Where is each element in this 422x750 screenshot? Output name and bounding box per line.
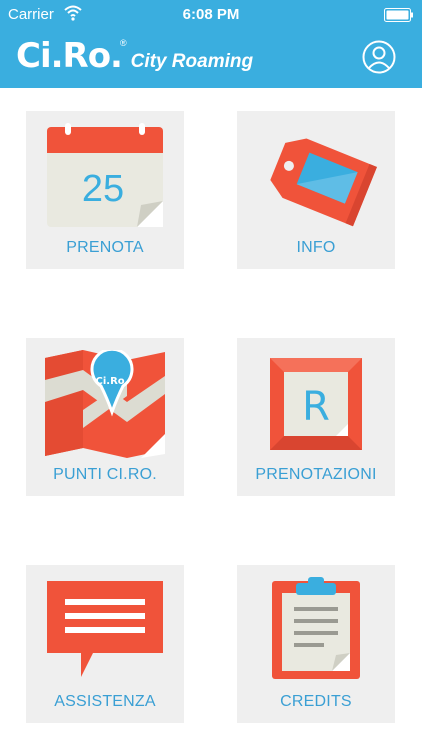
app-logo: Ci.Ro.®City Roaming bbox=[16, 36, 253, 76]
tile-info[interactable]: INFO bbox=[237, 111, 395, 269]
tile-assistenza-label: ASSISTENZA bbox=[54, 693, 156, 710]
tag-icon bbox=[270, 138, 377, 227]
tile-punti-label: PUNTI CI.RO. bbox=[53, 466, 157, 483]
tile-prenotazioni-label: PRENOTAZIONI bbox=[255, 466, 377, 483]
status-bar: Carrier 6:08 PM bbox=[0, 0, 422, 30]
tile-assistenza[interactable]: ASSISTENZA bbox=[26, 565, 184, 723]
user-profile-icon[interactable] bbox=[362, 40, 396, 74]
status-time: 6:08 PM bbox=[182, 6, 240, 23]
map-pin-icon: Ci.Ro. bbox=[45, 350, 165, 458]
clipboard-icon bbox=[272, 577, 360, 679]
framed-letter: R bbox=[302, 384, 330, 430]
tile-prenota[interactable]: 25 PRENOTA bbox=[26, 111, 184, 269]
app-header: Carrier 6:08 PM Ci.Ro.®City Roaming bbox=[0, 0, 422, 88]
framed-r-icon: R bbox=[270, 358, 362, 450]
logo-text: Ci.Ro. bbox=[16, 36, 123, 76]
tile-info-label: INFO bbox=[296, 239, 336, 256]
tile-credits[interactable]: CREDITS bbox=[237, 565, 395, 723]
pin-text: Ci.Ro. bbox=[96, 376, 129, 387]
tile-credits-label: CREDITS bbox=[280, 693, 352, 710]
tile-prenota-label: PRENOTA bbox=[66, 239, 144, 256]
tile-prenotazioni[interactable]: R PRENOTAZIONI bbox=[237, 338, 395, 496]
battery-icon bbox=[384, 8, 413, 22]
calendar-day: 25 bbox=[82, 168, 124, 210]
tile-punti-ciro[interactable]: Ci.Ro. PUNTI CI.RO. bbox=[26, 338, 184, 496]
logo-subtitle: City Roaming bbox=[130, 51, 254, 72]
logo-registered-mark: ® bbox=[119, 38, 127, 48]
chat-bubble-icon bbox=[47, 581, 163, 677]
calendar-icon: 25 bbox=[47, 123, 163, 227]
